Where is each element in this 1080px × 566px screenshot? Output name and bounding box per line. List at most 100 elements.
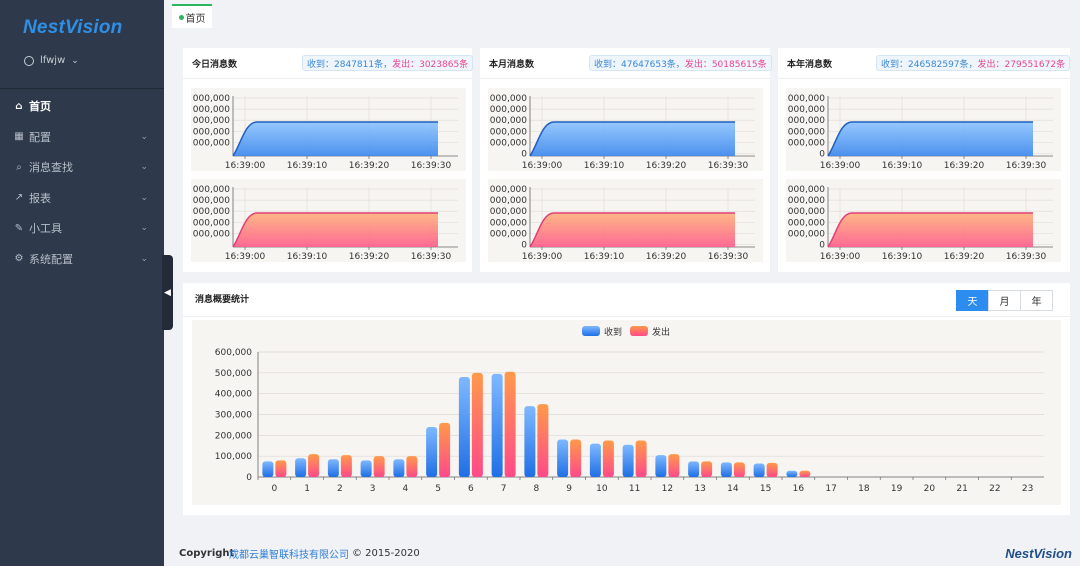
sidebar-item-reports[interactable]: ↗ 报表 ⌄: [0, 183, 164, 214]
y-tick-label: 0: [521, 150, 527, 160]
user-menu[interactable]: lfwjw ⌄: [24, 55, 79, 66]
bar-received: [458, 377, 470, 477]
chevron-down-icon: ⌄: [140, 131, 148, 142]
x-tick-label: 16:39:20: [349, 161, 390, 171]
wrench-icon: ✎: [14, 222, 24, 234]
bar-received: [295, 458, 307, 477]
y-tick-label: 000,000: [490, 196, 527, 206]
bar-sent: [668, 454, 680, 477]
x-tick-label: 16:39:20: [349, 252, 390, 262]
sent-area: [233, 213, 438, 247]
chevron-down-icon: ⌄: [140, 253, 148, 264]
tab-label: 首页: [185, 13, 206, 25]
y-tick-label: 300,000: [215, 411, 252, 421]
sent-trend-svg: 000,000000,000000,000000,000000,000016:3…: [788, 185, 1053, 262]
sent-count: 发出：50185615条: [684, 59, 767, 70]
x-tick-label: 7: [501, 484, 507, 494]
bar-sent: [537, 404, 549, 477]
x-tick-label: 16:39:00: [225, 161, 266, 171]
footer-logo: NestVision: [1005, 545, 1072, 561]
sidebar-item-tools[interactable]: ✎ 小工具 ⌄: [0, 213, 164, 244]
y-tick-label: 600,000: [215, 348, 252, 358]
bar-received: [688, 461, 700, 477]
x-tick-label: 11: [629, 484, 640, 494]
bar-sent: [602, 440, 614, 477]
sidebar-item-label: 消息查找: [29, 161, 73, 175]
x-tick-label: 13: [694, 484, 705, 494]
received-count: 收到：246582597条，: [881, 59, 978, 70]
x-tick-label: 16:39:00: [522, 252, 563, 262]
chevron-down-icon: ⌄: [140, 192, 148, 203]
y-tick-label: 000,000: [788, 138, 825, 148]
sidebar-item-label: 系统配置: [29, 252, 73, 266]
y-tick-label: 000,000: [490, 116, 527, 126]
period-month-button[interactable]: 月: [988, 290, 1021, 311]
count-badge: 收到：246582597条， 发出：279551672条: [876, 55, 1071, 71]
bar-received: [786, 470, 798, 477]
footer-company-link[interactable]: 成都云巢智联科技有限公司: [229, 546, 349, 561]
x-tick-label: 15: [760, 484, 771, 494]
x-tick-label: 18: [858, 484, 870, 494]
user-name: lfwjw: [40, 55, 66, 66]
chevron-down-icon: ⌄: [140, 162, 148, 173]
x-tick-label: 2: [337, 484, 343, 494]
x-tick-label: 16:39:10: [584, 252, 625, 262]
y-tick-label: 000,000: [490, 94, 527, 104]
bar-sent: [733, 462, 745, 477]
tab-home[interactable]: 首页: [172, 4, 212, 28]
received-trend-svg: 000,000000,000000,000000,000000,000016:3…: [490, 94, 755, 171]
bar-sent: [340, 455, 352, 477]
search-icon: ⌕: [16, 161, 22, 173]
x-tick-label: 16:39:00: [522, 161, 563, 171]
period-day-button[interactable]: 天: [956, 290, 989, 311]
period-year-button[interactable]: 年: [1020, 290, 1053, 311]
bar-sent: [439, 422, 451, 477]
bar-sent: [635, 440, 647, 477]
bar-received: [327, 459, 339, 477]
bar-sent: [799, 470, 811, 477]
legend-swatch-sent: [630, 326, 648, 336]
card-title: 今日消息数: [192, 60, 238, 70]
sidebar-collapse-toggle[interactable]: ◀: [162, 255, 173, 330]
x-tick-label: 16:39:20: [646, 252, 687, 262]
y-tick-label: 0: [246, 473, 252, 483]
sent-trend-chart: 000,000 000,000 000,000 000,000 000,000 0 16:3…: [488, 179, 763, 262]
sidebar-item-config[interactable]: ▦ 配置 ⌄: [0, 122, 164, 153]
bar-received: [753, 463, 765, 477]
bar-received: [360, 460, 372, 477]
app-logo[interactable]: NestVision: [23, 17, 123, 39]
y-tick-label: 000,000: [788, 94, 825, 104]
chevron-down-icon: ⌄: [71, 55, 79, 66]
sidebar-item-system-config[interactable]: ⚙ 系统配置 ⌄: [0, 244, 164, 275]
sidebar-item-message-search[interactable]: ⌕ 消息查找 ⌄: [0, 152, 164, 183]
bar-received: [622, 444, 634, 477]
x-tick-label: 16:39:30: [1006, 252, 1047, 262]
x-tick-label: 3: [370, 484, 376, 494]
x-tick-label: 10: [596, 484, 608, 494]
bar-received: [655, 455, 667, 477]
sent-count: 发出：279551672条: [977, 59, 1066, 70]
received-trend-chart: 000,000 000,000 000,000 000,000 000,000 0 16:3…: [488, 88, 763, 171]
bar-received: [262, 461, 274, 477]
caret-left-icon: ◀: [164, 287, 171, 298]
line-chart-icon: ↗: [14, 192, 24, 204]
sidebar-divider: [0, 88, 164, 89]
received-area: [828, 122, 1033, 156]
y-tick-label: 000,000: [490, 138, 527, 148]
x-tick-label: 16:39:00: [225, 252, 266, 262]
x-tick-label: 16:39:20: [944, 161, 985, 171]
summary-title: 消息概要统计: [195, 295, 250, 305]
card-divider: [778, 78, 1070, 79]
bar-received: [557, 439, 569, 477]
y-tick-label: 0: [819, 241, 825, 251]
legend-label-received: 收到: [604, 326, 622, 338]
x-tick-label: 16:39:10: [287, 161, 328, 171]
sidebar-item-home[interactable]: ⌂ 首页: [0, 91, 164, 122]
y-tick-label: 000,000: [193, 229, 230, 239]
footer: Copyright 成都云巢智联科技有限公司 © 2015-2020 NestV…: [164, 540, 1080, 566]
y-tick-label: 000,000: [490, 229, 527, 239]
sent-count: 发出：3023865条: [392, 59, 469, 70]
received-count: 收到：47647653条，: [594, 59, 685, 70]
y-tick-label: 000,000: [788, 218, 825, 228]
bar-received: [720, 462, 732, 477]
